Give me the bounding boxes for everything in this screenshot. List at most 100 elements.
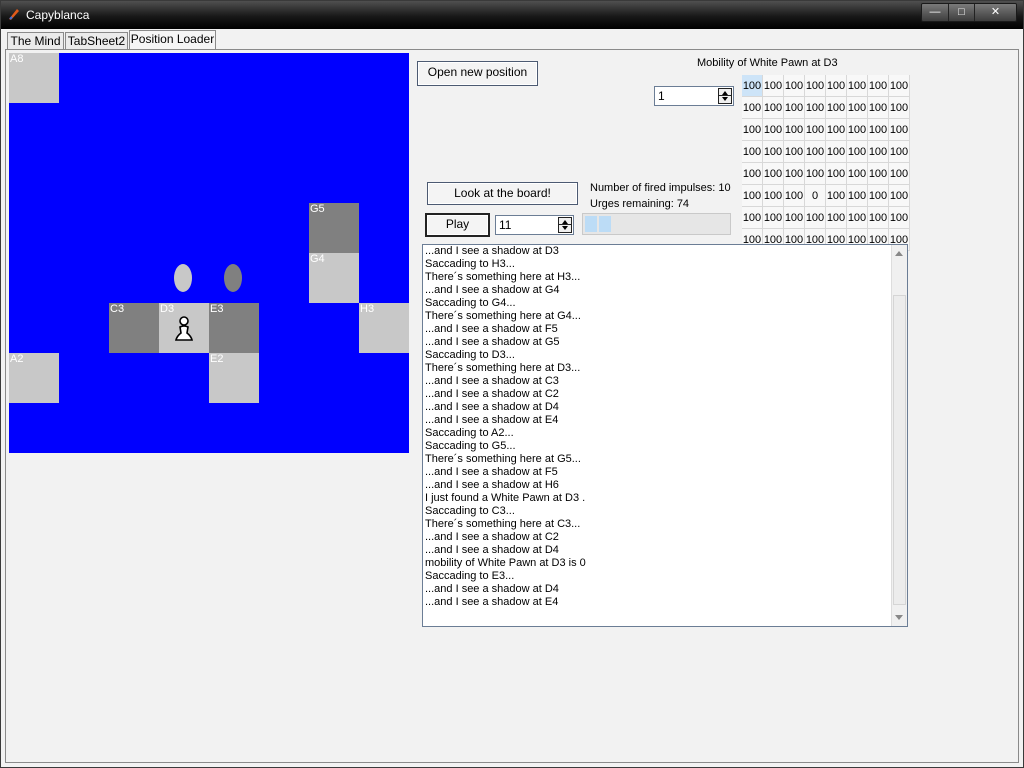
mobility-cell[interactable]: 100 xyxy=(762,162,784,185)
square-label: G5 xyxy=(310,203,325,215)
mobility-cell[interactable]: 100 xyxy=(804,162,826,185)
mobility-cell[interactable]: 100 xyxy=(783,140,805,163)
mobility-cell[interactable]: 100 xyxy=(762,118,784,141)
mobility-cell[interactable]: 100 xyxy=(846,184,868,207)
log-line: ...and I see a shadow at G5 xyxy=(425,336,560,348)
mobility-row: 100 100 100 0 100 100 100 100 xyxy=(742,184,910,207)
open-position-button[interactable]: Open new position xyxy=(417,61,538,86)
mobility-cell[interactable]: 100 xyxy=(867,140,889,163)
tab-tabsheet2[interactable]: TabSheet2 xyxy=(65,32,128,49)
mobility-cell[interactable]: 100 xyxy=(742,75,763,97)
mobility-cell[interactable]: 100 xyxy=(846,75,868,97)
tab-position-loader[interactable]: Position Loader xyxy=(129,30,216,50)
square-label: E3 xyxy=(210,303,224,315)
mobility-cell[interactable]: 100 xyxy=(888,96,910,119)
mobility-cell[interactable]: 100 xyxy=(742,96,763,119)
mobility-cell[interactable]: 100 xyxy=(783,75,805,97)
mobility-cell[interactable]: 100 xyxy=(804,140,826,163)
mobility-cell[interactable]: 100 xyxy=(825,162,847,185)
mobility-title: Mobility of White Pawn at D3 xyxy=(697,57,838,69)
mobility-row: 100 100 100 100 100 100 100 100 xyxy=(742,75,910,97)
log-line: There´s something here at C3... xyxy=(425,518,581,530)
mobility-cell[interactable]: 100 xyxy=(825,184,847,207)
mobility-row: 100 100 100 100 100 100 100 100 xyxy=(742,96,910,119)
mobility-cell[interactable]: 100 xyxy=(825,206,847,229)
mobility-cell[interactable]: 100 xyxy=(825,75,847,97)
log-lines: ...and I see a shadow at D3 Saccading to … xyxy=(423,245,907,609)
mobility-cell[interactable]: 100 xyxy=(783,184,805,207)
mobility-cell[interactable]: 100 xyxy=(867,162,889,185)
mobility-cell[interactable]: 100 xyxy=(742,118,763,141)
mobility-cell[interactable]: 100 xyxy=(867,184,889,207)
square-e3: E3 xyxy=(209,303,259,353)
mobility-cell[interactable]: 100 xyxy=(783,206,805,229)
mobility-cell[interactable]: 100 xyxy=(825,96,847,119)
mobility-cell[interactable]: 100 xyxy=(804,206,826,229)
mobility-cell[interactable]: 100 xyxy=(846,162,868,185)
maximize-button[interactable]: □ xyxy=(948,4,974,21)
mobility-cell[interactable]: 100 xyxy=(888,162,910,185)
mobility-cell[interactable]: 100 xyxy=(804,118,826,141)
chess-board[interactable]: A8 G5 G4 C3 D3 E3 H3 A2 E2 xyxy=(9,53,409,453)
mobility-cell[interactable]: 100 xyxy=(762,75,784,97)
mobility-spin[interactable]: 1 xyxy=(654,86,734,106)
mobility-cell[interactable]: 100 xyxy=(846,96,868,119)
close-button[interactable]: ✕ xyxy=(974,4,1016,21)
mobility-cell[interactable]: 100 xyxy=(846,206,868,229)
minimize-button[interactable]: — xyxy=(922,4,948,21)
mobility-row: 100 100 100 100 100 100 100 100 xyxy=(742,162,910,185)
mobility-cell[interactable]: 100 xyxy=(867,96,889,119)
mobility-cell[interactable]: 100 xyxy=(867,118,889,141)
log-line: mobility of White Pawn at D3 is 0 xyxy=(425,557,586,569)
mobility-cell[interactable]: 0 xyxy=(804,184,826,207)
window-controls: — □ ✕ xyxy=(921,3,1017,22)
mobility-cell[interactable]: 100 xyxy=(888,75,910,97)
log-line: ...and I see a shadow at D4 xyxy=(425,583,559,595)
log-memo[interactable]: ...and I see a shadow at D3 Saccading to … xyxy=(422,244,908,627)
mobility-cell[interactable]: 100 xyxy=(846,140,868,163)
play-button[interactable]: Play xyxy=(425,213,490,237)
mobility-cell[interactable]: 100 xyxy=(846,118,868,141)
title-bar[interactable]: Capyblanca — □ ✕ xyxy=(1,1,1023,29)
mobility-cell[interactable]: 100 xyxy=(783,96,805,119)
scroll-up-icon[interactable] xyxy=(895,251,903,256)
mobility-cell[interactable]: 100 xyxy=(742,140,763,163)
mobility-cell[interactable]: 100 xyxy=(783,162,805,185)
mobility-cell[interactable]: 100 xyxy=(888,118,910,141)
tab-the-mind[interactable]: The Mind xyxy=(7,32,64,49)
mobility-cell[interactable]: 100 xyxy=(804,96,826,119)
mobility-cell[interactable]: 100 xyxy=(762,206,784,229)
spin-down-icon[interactable] xyxy=(562,226,568,230)
mobility-cell[interactable]: 100 xyxy=(762,96,784,119)
mobility-cell[interactable]: 100 xyxy=(888,206,910,229)
look-at-board-button[interactable]: Look at the board! xyxy=(427,182,578,205)
log-line: Saccading to G5... xyxy=(425,440,516,452)
mobility-cell[interactable]: 100 xyxy=(867,75,889,97)
mobility-cell[interactable]: 100 xyxy=(742,206,763,229)
scroll-thumb[interactable] xyxy=(893,295,906,605)
spin-arrows[interactable] xyxy=(718,88,732,104)
log-line: ...and I see a shadow at D3 xyxy=(425,245,559,257)
square-label: A8 xyxy=(10,53,24,65)
mobility-cell[interactable]: 100 xyxy=(762,140,784,163)
mobility-cell[interactable]: 100 xyxy=(867,206,889,229)
mobility-cell[interactable]: 100 xyxy=(762,184,784,207)
white-pawn-icon[interactable] xyxy=(172,315,196,343)
square-c3: C3 xyxy=(109,303,159,353)
log-scrollbar[interactable] xyxy=(891,245,907,626)
spin-down-icon[interactable] xyxy=(722,97,728,101)
mobility-cell[interactable]: 100 xyxy=(825,140,847,163)
mobility-cell[interactable]: 100 xyxy=(783,118,805,141)
mobility-cell[interactable]: 100 xyxy=(804,75,826,97)
mobility-cell[interactable]: 100 xyxy=(742,162,763,185)
mobility-spin-value: 1 xyxy=(658,89,665,103)
mobility-cell[interactable]: 100 xyxy=(825,118,847,141)
log-line: ...and I see a shadow at C2 xyxy=(425,531,559,543)
mobility-cell[interactable]: 100 xyxy=(888,140,910,163)
square-label: H3 xyxy=(360,303,375,315)
play-spin[interactable]: 11 xyxy=(495,215,574,235)
spin-arrows[interactable] xyxy=(558,217,572,233)
mobility-cell[interactable]: 100 xyxy=(888,184,910,207)
scroll-down-icon[interactable] xyxy=(895,615,903,620)
mobility-cell[interactable]: 100 xyxy=(742,184,763,207)
